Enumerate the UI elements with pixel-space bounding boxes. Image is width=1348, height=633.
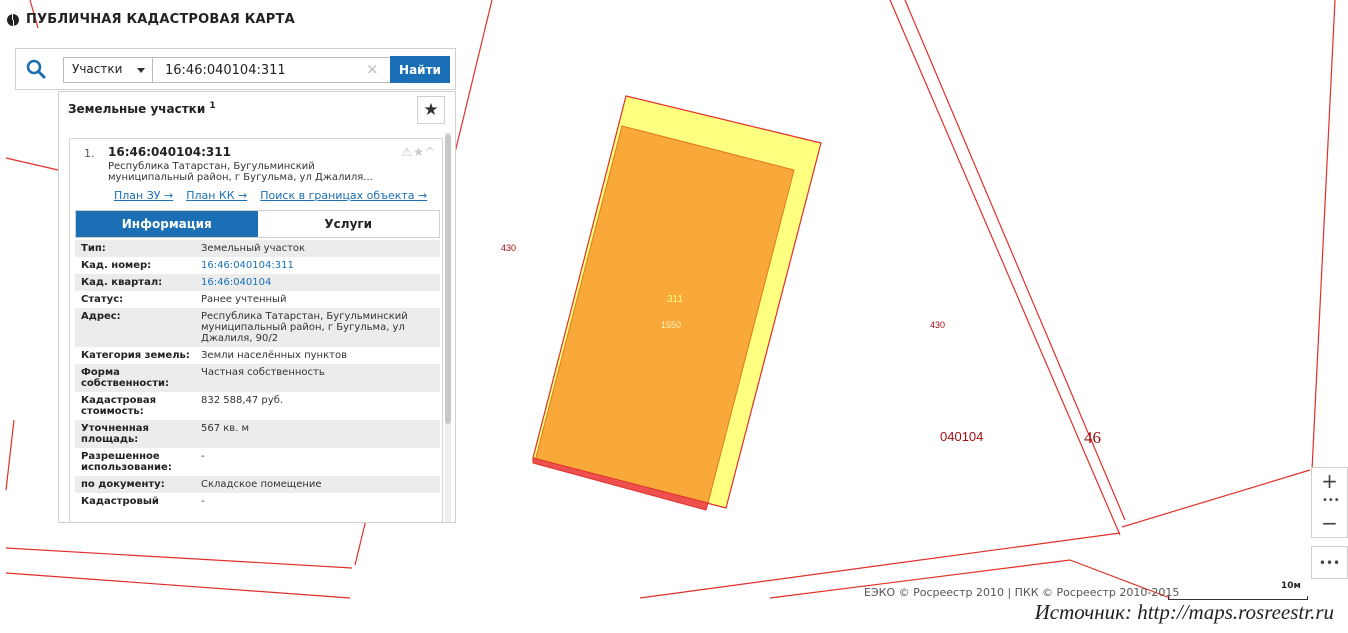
info-key: Кад. номер: [81, 260, 152, 271]
boundary-line [5, 157, 59, 171]
info-row: Категория земель: Земли населённых пункто… [75, 347, 440, 364]
info-value: Земли населённых пунктов [201, 350, 347, 361]
result-count: 1 [209, 101, 216, 111]
result-index: 1. [84, 147, 95, 160]
find-button[interactable]: Найти [390, 56, 450, 83]
chevron-down-icon [137, 68, 145, 73]
boundary-line [5, 572, 351, 599]
more-button[interactable]: ••• [1311, 546, 1348, 579]
results-panel: Земельные участки 1 ★ 1. 16:46:040104:31… [58, 91, 456, 523]
info-row: Уточненная площадь: 567 кв. м [75, 420, 440, 448]
scale-label: 10м [1281, 581, 1301, 591]
info-value: Республика Татарстан, Бугульминский муни… [195, 308, 440, 347]
info-key: Адрес: [75, 308, 195, 347]
info-table: Тип: Земельный участок Кад. номер: 16:46:04… [75, 240, 440, 510]
parcel-label-430: 430 [501, 243, 517, 253]
parcel-area-label: 1550 [661, 320, 682, 330]
selected-parcel[interactable] [534, 125, 795, 504]
zoom-dots: ••• [1322, 495, 1340, 506]
info-row: Статус: Ранее учтенный [75, 291, 440, 308]
info-row: Кад. квартал: 16:46:040104 [75, 274, 440, 291]
search-icon[interactable] [25, 58, 47, 80]
scroll-thumb[interactable] [445, 134, 451, 424]
info-key: Статус: [81, 294, 124, 305]
result-actions-icon[interactable]: ⚠★^ [401, 145, 436, 159]
zoom-control: + ••• − [1311, 467, 1348, 538]
panel-title-text: Земельные участки [68, 102, 206, 116]
favorites-button[interactable]: ★ [417, 96, 445, 124]
info-key: по документу: [75, 476, 195, 493]
app-header: ПУБЛИЧНАЯ КАДАСТРОВАЯ КАРТА [6, 12, 295, 27]
info-key: Кад. квартал: [75, 274, 195, 291]
info-value: 832 588,47 руб. [201, 395, 284, 406]
boundary-line [1121, 469, 1311, 528]
info-value[interactable]: 16:46:040104 [195, 274, 440, 291]
tab-info[interactable]: Информация [76, 211, 258, 237]
boundary-line [889, 0, 1121, 536]
info-row: по документу: Складское помещение [75, 476, 440, 493]
info-row: Адрес: Республика Татарстан, Бугульмински… [75, 308, 440, 347]
tab-services[interactable]: Услуги [257, 211, 439, 237]
search-bounds-link[interactable]: Поиск в границах объекта → [260, 189, 427, 202]
info-row: Кад. номер: 16:46:040104:311 [75, 257, 440, 274]
info-value: Ранее учтенный [201, 294, 287, 305]
info-value: - [201, 451, 205, 462]
result-number[interactable]: 16:46:040104:311 [108, 145, 231, 159]
type-select-label: Участки [72, 62, 123, 76]
info-key: Тип: [75, 240, 195, 257]
parcel-label-430: 430 [930, 320, 946, 330]
type-select[interactable]: Участки [63, 57, 153, 83]
result-card: 1. 16:46:040104:311 Республика Татарстан… [69, 138, 443, 522]
boundary-line [1311, 0, 1336, 471]
district-label: 46 [1084, 428, 1101, 447]
panel-scrollbar[interactable] [445, 132, 451, 522]
info-value: 567 кв. м [195, 420, 440, 448]
info-key: Разрешенное использование: [81, 451, 172, 473]
boundary-line [5, 547, 353, 569]
plan-zu-link[interactable]: План ЗУ → [114, 189, 173, 202]
info-row: Кадастровая стоимость: 832 588,47 руб. [75, 392, 440, 420]
info-value: - [201, 496, 205, 507]
logo-icon [7, 13, 19, 26]
info-key: Форма собственности: [75, 364, 195, 392]
search-bar: Участки × Найти [15, 48, 456, 90]
result-tabs: Информация Услуги [75, 210, 440, 238]
info-key: Категория земель: [81, 350, 190, 361]
source-caption: Источник: http://maps.rosreestr.ru [1034, 600, 1334, 624]
zoom-out-button[interactable]: − [1312, 510, 1347, 536]
info-row: Разрешенное использование: - [75, 448, 440, 476]
result-address: Республика Татарстан, Бугульминский муни… [108, 161, 373, 183]
plan-kk-link[interactable]: План КК → [186, 189, 247, 202]
info-value: Складское помещение [195, 476, 440, 493]
app-title: ПУБЛИЧНАЯ КАДАСТРОВАЯ КАРТА [26, 12, 295, 27]
clear-icon[interactable]: × [366, 60, 379, 78]
info-key: Кадастровая стоимость: [81, 395, 156, 417]
info-row: Форма собственности: Частная собственност… [75, 364, 440, 392]
info-row: Тип: Земельный участок [75, 240, 440, 257]
info-value: Земельный участок [195, 240, 440, 257]
info-key: Уточненная площадь: [75, 420, 195, 448]
zoom-in-button[interactable]: + [1312, 468, 1347, 494]
info-key: Кадастровый [81, 496, 159, 507]
result-links: План ЗУ → План КК → Поиск в границах объ… [114, 189, 427, 202]
info-value: Частная собственность [195, 364, 440, 392]
panel-title: Земельные участки 1 [68, 101, 216, 116]
parcel-label-311: 311 [667, 294, 683, 305]
boundary-line [5, 419, 15, 491]
quarter-label: 040104 [940, 429, 984, 444]
copyright: ЕЭКО © Росреестр 2010 | ПКК © Росреестр … [864, 586, 1180, 599]
info-row: Кадастровый - [75, 493, 440, 510]
info-value[interactable]: 16:46:040104:311 [195, 257, 440, 274]
